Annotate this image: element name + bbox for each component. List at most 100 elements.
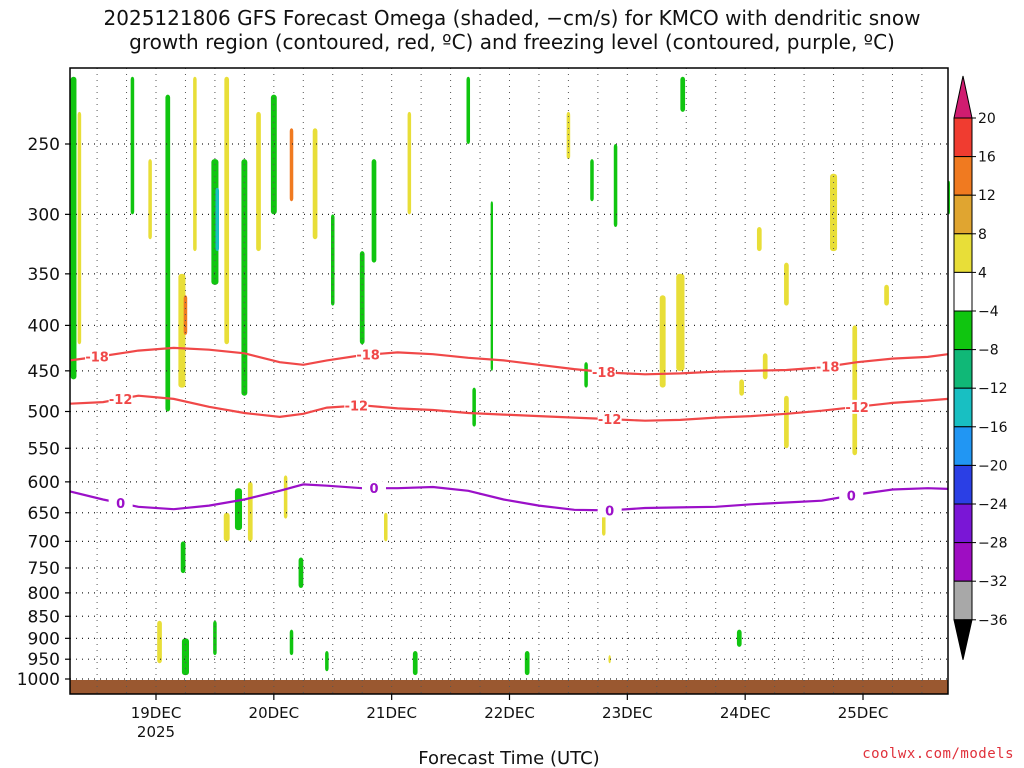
omega-shade-cell bbox=[590, 159, 594, 202]
contour-label: -18 bbox=[356, 349, 380, 364]
omega-shade-cell bbox=[270, 94, 277, 215]
omega-shade-cell bbox=[762, 353, 768, 380]
y-tick-label: 250 bbox=[28, 135, 60, 155]
x-tick-label: 24DEC bbox=[720, 704, 771, 722]
x-axis: 19DEC2025 20DEC 21DEC 22DEC 23DEC 24DEC 25DEC bbox=[131, 694, 888, 741]
x-axis-label: Forecast Time (UTC) bbox=[418, 748, 599, 768]
colorbar-label: 8 bbox=[978, 227, 987, 243]
y-tick-label: 700 bbox=[28, 532, 60, 552]
y-tick-label: 650 bbox=[28, 504, 60, 524]
omega-shade-cell bbox=[165, 94, 171, 412]
omega-shading-layer bbox=[70, 76, 950, 676]
omega-shade-cell bbox=[359, 251, 365, 345]
y-tick-label: 500 bbox=[28, 403, 60, 423]
colorbar-label: 4 bbox=[978, 265, 987, 281]
omega-shade-cell bbox=[157, 620, 162, 664]
colorbar-top-arrow bbox=[953, 75, 973, 119]
omega-shade-cell bbox=[70, 76, 77, 380]
x-tick-label: 20DEC bbox=[249, 704, 300, 722]
omega-shade-cell bbox=[676, 273, 685, 371]
omega-shade-cell bbox=[490, 201, 494, 371]
omega-shade-cell bbox=[223, 512, 230, 542]
colorbar-swatch bbox=[953, 194, 973, 235]
y-tick-label: 800 bbox=[28, 584, 60, 604]
y-tick-label: 900 bbox=[28, 629, 60, 649]
colorbar-label: −24 bbox=[978, 497, 1008, 513]
contour-label: -12 bbox=[598, 413, 622, 428]
colorbar-swatch bbox=[953, 464, 973, 505]
contour-label: 0 bbox=[605, 504, 614, 519]
colorbar-label: −28 bbox=[978, 536, 1008, 552]
contour-label: -18 bbox=[85, 351, 109, 366]
colorbar-label: −8 bbox=[978, 343, 999, 359]
contour-label: 0 bbox=[847, 490, 856, 505]
omega-shade-cell bbox=[680, 76, 686, 112]
colorbar-swatch bbox=[953, 349, 973, 389]
y-tick-label: 600 bbox=[28, 473, 60, 493]
colorbar-swatch bbox=[953, 156, 973, 196]
contour-layer: -18 -18 -18 -18 -12 -12 -12 -12 0 0 0 0 bbox=[69, 346, 949, 519]
y-tick-label: 300 bbox=[28, 205, 60, 225]
y-tick-label: 400 bbox=[28, 316, 60, 336]
omega-shade-cell bbox=[407, 111, 412, 215]
colorbar-label: 16 bbox=[978, 150, 996, 166]
x-tick-label: 21DEC bbox=[366, 704, 417, 722]
omega-shade-cell bbox=[193, 76, 197, 252]
colorbar-label: −32 bbox=[978, 574, 1008, 590]
contour-label: 0 bbox=[369, 482, 378, 497]
omega-shade-cell bbox=[330, 214, 335, 306]
omega-shade-cell bbox=[784, 262, 789, 306]
x-tick-label: 22DEC bbox=[484, 704, 535, 722]
omega-shade-cell bbox=[584, 362, 588, 388]
contour-label: -12 bbox=[345, 400, 369, 415]
omega-shade-cell bbox=[412, 650, 418, 676]
omega-shade-cell bbox=[256, 111, 261, 252]
contour-label: -12 bbox=[109, 393, 133, 408]
y-tick-label: 350 bbox=[28, 265, 60, 285]
omega-shade-cell bbox=[289, 629, 294, 656]
contour-label: -12 bbox=[845, 401, 869, 416]
omega-cross-section-chart: -18 -18 -18 -18 -12 -12 -12 -12 0 0 0 0 250 300 350 40… bbox=[17, 67, 1008, 768]
contour-label: -18 bbox=[592, 366, 616, 381]
y-tick-label: 850 bbox=[28, 607, 60, 627]
colorbar-swatch bbox=[953, 503, 973, 544]
contour-label: 0 bbox=[116, 497, 125, 512]
colorbar-label: −36 bbox=[978, 613, 1008, 629]
omega-shade-cell bbox=[756, 227, 762, 252]
omega-shade-cell bbox=[312, 128, 318, 240]
omega-shade-cell bbox=[739, 379, 744, 396]
omega-shade-cell bbox=[736, 629, 742, 647]
y-tick-label: 450 bbox=[28, 362, 60, 382]
y-tick-label: 950 bbox=[28, 650, 60, 670]
omega-shade-cell bbox=[289, 128, 294, 202]
omega-shade-cell bbox=[466, 76, 471, 144]
colorbar-bottom-arrow bbox=[953, 619, 973, 660]
colorbar-swatch bbox=[953, 542, 973, 582]
omega-shade-cell bbox=[130, 76, 135, 215]
omega-shade-cell bbox=[884, 284, 889, 306]
omega-shade-cell bbox=[247, 481, 253, 542]
colorbar-swatch bbox=[953, 310, 973, 351]
colorbar-label: −4 bbox=[978, 304, 999, 320]
omega-shade-cell bbox=[224, 76, 230, 345]
y-tick-label: 550 bbox=[28, 439, 60, 459]
y-tick-label: 750 bbox=[28, 559, 60, 579]
colorbar-label: −12 bbox=[978, 381, 1008, 397]
x-tick-label: 23DEC bbox=[602, 704, 653, 722]
site-credit: coolwx.com/models bbox=[862, 746, 1014, 762]
omega-shade-cell bbox=[298, 557, 304, 589]
contour-label: -18 bbox=[816, 361, 840, 376]
omega-shade-cell bbox=[325, 650, 329, 672]
grid-layer bbox=[70, 68, 948, 694]
colorbar-swatch bbox=[953, 271, 973, 312]
colorbar-label: −16 bbox=[978, 420, 1008, 436]
omega-shade-cell bbox=[77, 111, 82, 345]
omega-shade-cell bbox=[524, 650, 530, 676]
omega-shade-cell bbox=[215, 187, 220, 252]
omega-shade-cell bbox=[784, 395, 789, 449]
colorbar-label: −20 bbox=[978, 458, 1008, 474]
omega-shade-cell bbox=[384, 512, 388, 542]
omega-shade-cell bbox=[371, 159, 377, 263]
omega-shade-cell bbox=[472, 387, 476, 427]
colorbar-swatch bbox=[953, 233, 973, 273]
